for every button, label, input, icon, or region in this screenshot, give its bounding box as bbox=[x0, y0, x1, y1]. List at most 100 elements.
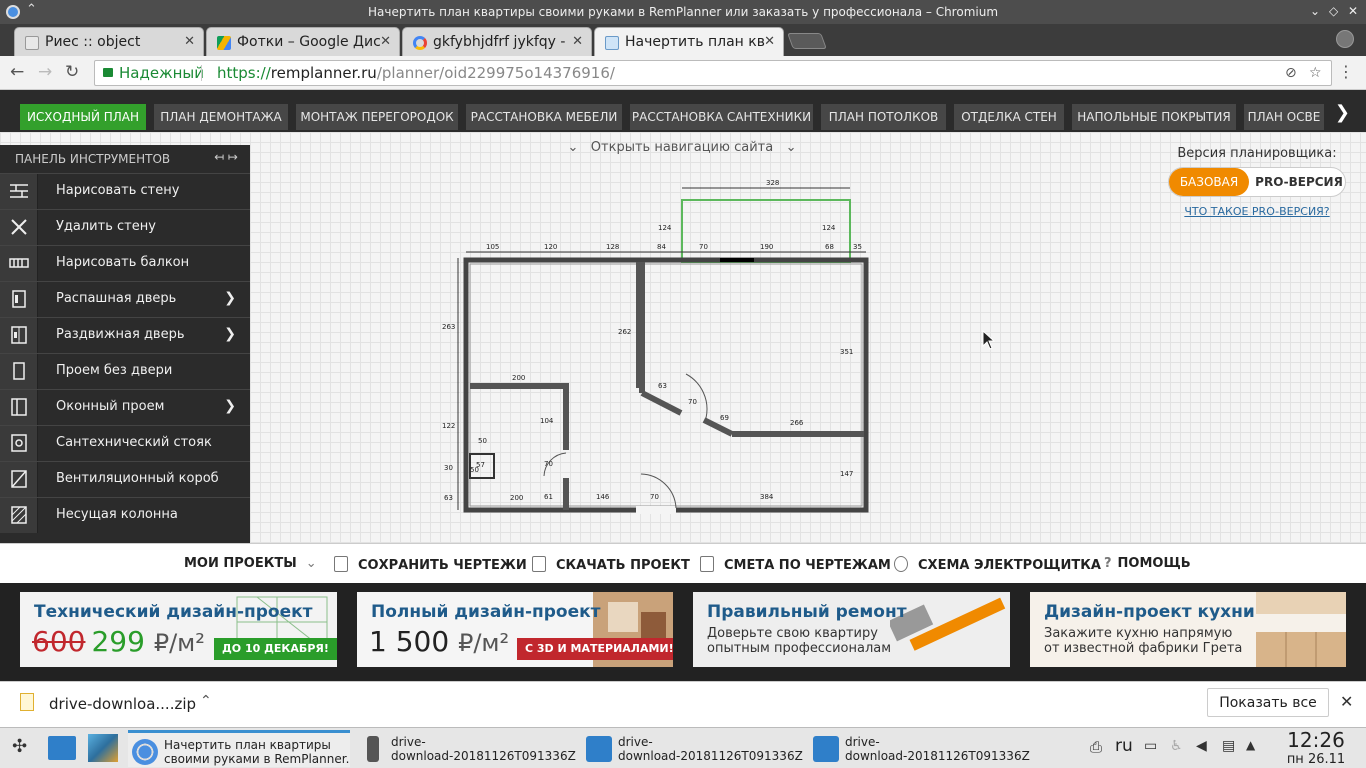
site-nav-toggle[interactable]: ⌄ Открыть навигацию сайта ⌄ bbox=[565, 140, 799, 160]
dim-label: 63 bbox=[658, 382, 667, 390]
tab-1[interactable]: Риес :: object ✕ bbox=[14, 27, 204, 56]
bookmark-star-icon[interactable]: ☆ bbox=[1309, 65, 1322, 81]
close-tab-icon[interactable]: ✕ bbox=[380, 34, 391, 49]
nav-next-arrow-icon[interactable]: ❯ bbox=[1335, 102, 1350, 123]
column-icon bbox=[0, 498, 38, 533]
delete-wall-icon bbox=[0, 210, 38, 245]
nav-demolition-plan[interactable]: ПЛАН ДЕМОНТАЖА bbox=[154, 104, 288, 130]
banner-full-project[interactable]: Полный дизайн-проект 1 500 ₽/м² С 3D И М… bbox=[357, 592, 673, 667]
tool-window[interactable]: Оконный проем ❯ bbox=[0, 389, 250, 425]
electric-scheme-button[interactable]: СХЕМА ЭЛЕКТРОЩИТКА bbox=[894, 556, 1101, 573]
banner-price: 1 500 ₽/м² bbox=[369, 625, 510, 658]
profile-icon[interactable] bbox=[1336, 30, 1354, 48]
tray-arrow-icon[interactable]: ▲ bbox=[1246, 738, 1255, 752]
download-file-name[interactable]: drive-downloa....zip bbox=[49, 695, 196, 713]
dim-label: 50 bbox=[478, 437, 487, 445]
nav-lighting[interactable]: ПЛАН ОСВЕ bbox=[1244, 104, 1324, 130]
banner-proper-renovation[interactable]: Правильный ремонт Доверьте свою квартиру… bbox=[693, 592, 1010, 667]
nav-furniture[interactable]: РАССТАНОВКА МЕБЕЛИ bbox=[466, 104, 622, 130]
plumbing-riser-icon bbox=[0, 426, 38, 461]
network-icon[interactable]: ▭ bbox=[1144, 738, 1157, 754]
nav-ceilings[interactable]: ПЛАН ПОТОЛКОВ bbox=[821, 104, 946, 130]
help-button[interactable]: ? ПОМОЩЬ bbox=[1104, 556, 1191, 571]
chevron-down-icon: ⌄ bbox=[567, 140, 579, 155]
save-drawings-button[interactable]: СОХРАНИТЬ ЧЕРТЕЖИ bbox=[334, 556, 527, 573]
taskbar-item-chromium[interactable]: Начертить план квартиры своими руками в R… bbox=[128, 730, 350, 767]
file-manager-icon[interactable] bbox=[48, 736, 76, 760]
nav-wall-finishing[interactable]: ОТДЕЛКА СТЕН bbox=[954, 104, 1064, 130]
app-launcher-icon[interactable]: ✣ bbox=[12, 736, 27, 757]
back-icon[interactable]: ← bbox=[10, 62, 24, 82]
banner-badge: С 3D И МАТЕРИАЛАМИ! bbox=[517, 638, 673, 660]
banner-kitchen-project[interactable]: Дизайн-проект кухни Закажите кухню напря… bbox=[1030, 592, 1346, 667]
tool-swing-door[interactable]: Распашная дверь ❯ bbox=[0, 281, 250, 317]
taskbar-item-folder-1[interactable]: drive-download-20181126T091336Z... bbox=[582, 730, 804, 767]
my-projects-button[interactable]: МОИ ПРОЕКТЫ ⌄ bbox=[184, 556, 317, 571]
tool-vent-duct[interactable]: Вентиляционный короб bbox=[0, 461, 250, 497]
doorway-icon bbox=[0, 354, 38, 389]
dim-label: 328 bbox=[766, 179, 779, 187]
door-arc[interactable] bbox=[640, 473, 677, 509]
tool-delete-wall[interactable]: Удалить стену bbox=[0, 209, 250, 245]
archive-icon bbox=[367, 736, 379, 762]
estimate-button[interactable]: СМЕТА ПО ЧЕРТЕЖАМ bbox=[700, 556, 891, 573]
collapse-panel-icon[interactable]: ↤ ↦ bbox=[214, 150, 238, 164]
close-download-bar-icon[interactable]: ✕ bbox=[1340, 692, 1353, 711]
download-project-button[interactable]: СКАЧАТЬ ПРОЕКТ bbox=[532, 556, 690, 573]
clock-date: пн 26.11 bbox=[1286, 752, 1346, 767]
tab-2[interactable]: Фотки – Google Дис ✕ bbox=[206, 27, 400, 56]
question-icon: ? bbox=[1104, 556, 1112, 571]
volume-icon[interactable]: ◀ bbox=[1196, 738, 1207, 754]
browser-menu-icon[interactable]: ⋮ bbox=[1338, 62, 1354, 81]
wall[interactable] bbox=[640, 390, 683, 416]
tool-draw-balcony[interactable]: Нарисовать балкон bbox=[0, 245, 250, 281]
dim-label: 70 bbox=[544, 460, 553, 468]
new-tab-button[interactable] bbox=[787, 33, 827, 49]
tool-doorway[interactable]: Проем без двери bbox=[0, 353, 250, 389]
url-field[interactable]: Надежный https://remplanner.ru/planner/o… bbox=[94, 60, 1332, 86]
keyboard-layout[interactable]: ru bbox=[1115, 736, 1133, 756]
floor-plan[interactable]: 328 124 124 105 120 128 84 70 190 68 35 … bbox=[436, 178, 876, 518]
tool-sliding-door[interactable]: Раздвижная дверь ❯ bbox=[0, 317, 250, 353]
nav-partitions[interactable]: МОНТАЖ ПЕРЕГОРОДОК bbox=[296, 104, 458, 130]
lock-icon bbox=[103, 68, 113, 77]
close-tab-icon[interactable]: ✕ bbox=[572, 34, 583, 49]
pro-version-link[interactable]: ЧТО ТАКОЕ PRO-ВЕРСИЯ? bbox=[1165, 205, 1349, 218]
tab-4[interactable]: Начертить план кв ✕ bbox=[594, 27, 784, 56]
maximize-icon[interactable]: ◇ bbox=[1329, 4, 1338, 18]
save-icon bbox=[334, 556, 348, 572]
close-window-icon[interactable]: ✕ bbox=[1348, 4, 1358, 18]
nav-initial-plan[interactable]: ИСХОДНЫЙ ПЛАН bbox=[20, 104, 146, 130]
chevron-up-icon[interactable]: ⌃ bbox=[200, 693, 212, 709]
dim-label: 263 bbox=[442, 323, 455, 331]
dim-label: 105 bbox=[486, 243, 499, 251]
nav-plumbing[interactable]: РАССТАНОВКА САНТЕХНИКИ bbox=[630, 104, 813, 130]
nav-flooring[interactable]: НАПОЛЬНЫЕ ПОКРЫТИЯ bbox=[1072, 104, 1236, 130]
clock[interactable]: 12:26 пн 26.11 bbox=[1268, 728, 1364, 767]
minimize-icon[interactable]: ⌄ bbox=[1310, 4, 1320, 18]
close-tab-icon[interactable]: ✕ bbox=[764, 34, 775, 49]
tool-plumbing-riser[interactable]: Сантехнический стояк bbox=[0, 425, 250, 461]
tool-draw-wall[interactable]: Нарисовать стену bbox=[0, 173, 250, 209]
basic-version-button[interactable]: БАЗОВАЯ bbox=[1169, 168, 1249, 196]
taskbar-item-folder-2[interactable]: drive-download-20181126T091336Z... bbox=[809, 730, 1031, 767]
accessibility-icon[interactable]: ♿ bbox=[1170, 738, 1183, 754]
terminal-icon[interactable] bbox=[88, 734, 118, 762]
printer-icon[interactable]: ⎙ bbox=[1090, 738, 1102, 756]
forward-icon[interactable]: → bbox=[38, 62, 52, 82]
reload-icon[interactable]: ↻ bbox=[65, 62, 79, 82]
clipboard-icon[interactable]: ▤ bbox=[1222, 738, 1235, 754]
show-all-button[interactable]: Показать все bbox=[1207, 688, 1329, 717]
close-tab-icon[interactable]: ✕ bbox=[184, 34, 195, 49]
secure-label: Надежный bbox=[119, 64, 204, 82]
banner-technical-project[interactable]: Технический дизайн-проект 600 299 ₽/м² ДО… bbox=[20, 592, 337, 667]
taskbar-item-archive[interactable]: drive-download-20181126T091336Z... bbox=[355, 730, 577, 767]
tool-column[interactable]: Несущая колонна bbox=[0, 497, 250, 533]
pro-version-button[interactable]: PRO-ВЕРСИЯ bbox=[1253, 168, 1345, 196]
balcony-icon bbox=[0, 246, 38, 281]
tab-3[interactable]: gkfybhjdfrf jykfqy - ✕ bbox=[402, 27, 592, 56]
wall[interactable] bbox=[702, 417, 734, 437]
electric-icon bbox=[894, 556, 908, 572]
door-arc[interactable] bbox=[685, 373, 708, 419]
blocked-popup-icon[interactable]: ⊘ bbox=[1285, 65, 1297, 81]
